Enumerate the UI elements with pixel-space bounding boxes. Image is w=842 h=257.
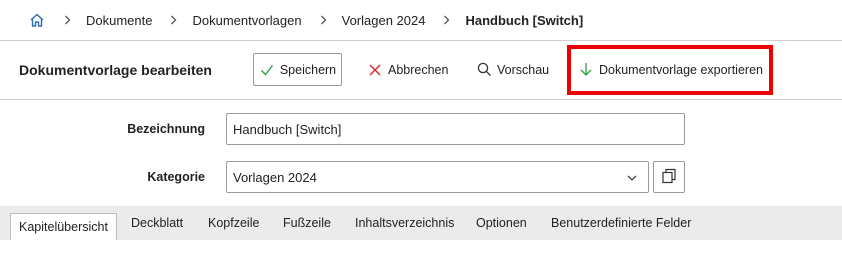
preview-button[interactable]: Vorschau (476, 53, 549, 86)
kategorie-label: Kategorie (147, 170, 205, 184)
kategorie-selected-value: Vorlagen 2024 (233, 169, 317, 185)
breadcrumb-item-current: Handbuch [Switch] (465, 12, 584, 28)
bezeichnung-input[interactable] (226, 113, 685, 145)
breadcrumb-item-vorlagen-2024[interactable]: Vorlagen 2024 (342, 13, 426, 28)
chevron-down-icon (626, 172, 638, 184)
chevron-right-icon (443, 15, 451, 25)
tab-benutzerdefinierte-felder[interactable]: Benutzerdefinierte Felder (551, 206, 691, 240)
save-button[interactable]: Speichern (253, 53, 342, 86)
bezeichnung-label: Bezeichnung (127, 122, 205, 136)
breadcrumb-item-dokumentvorlagen[interactable]: Dokumentvorlagen (192, 13, 301, 28)
copy-button[interactable] (653, 161, 685, 193)
header-divider (0, 40, 842, 41)
chevron-right-icon (170, 15, 178, 25)
kategorie-select[interactable]: Vorlagen 2024 (226, 161, 649, 193)
export-template-button[interactable]: Dokumentvorlage exportieren (578, 53, 763, 86)
breadcrumb: Dokumente Dokumentvorlagen Vorlagen 2024… (0, 0, 842, 40)
chevron-right-icon (64, 15, 72, 25)
copy-icon (661, 168, 677, 187)
save-button-label: Speichern (279, 62, 337, 77)
export-button-label: Dokumentvorlage exportieren (599, 62, 763, 77)
tab-deckblatt[interactable]: Deckblatt (131, 206, 183, 240)
tab-inhaltsverzeichnis[interactable]: Inhaltsverzeichnis (355, 206, 454, 240)
tab-kopfzeile[interactable]: Kopfzeile (208, 206, 259, 240)
check-icon (259, 62, 275, 78)
cancel-button[interactable]: Abbrechen (367, 53, 448, 86)
preview-button-label: Vorschau (497, 62, 550, 77)
home-icon[interactable] (28, 11, 46, 29)
chevron-right-icon (320, 15, 328, 25)
download-arrow-icon (578, 62, 594, 78)
breadcrumb-item-dokumente[interactable]: Dokumente (86, 13, 152, 28)
tab-fusszeile[interactable]: Fußzeile (283, 206, 331, 240)
toolbar-divider (0, 99, 842, 100)
search-icon (476, 62, 492, 78)
tab-optionen[interactable]: Optionen (476, 206, 527, 240)
cancel-button-label: Abbrechen (388, 62, 449, 77)
page-title: Dokumentvorlage bearbeiten (19, 62, 212, 78)
tab-kapiteluebersicht[interactable]: Kapitelübersicht (10, 213, 117, 240)
close-icon (367, 62, 383, 78)
